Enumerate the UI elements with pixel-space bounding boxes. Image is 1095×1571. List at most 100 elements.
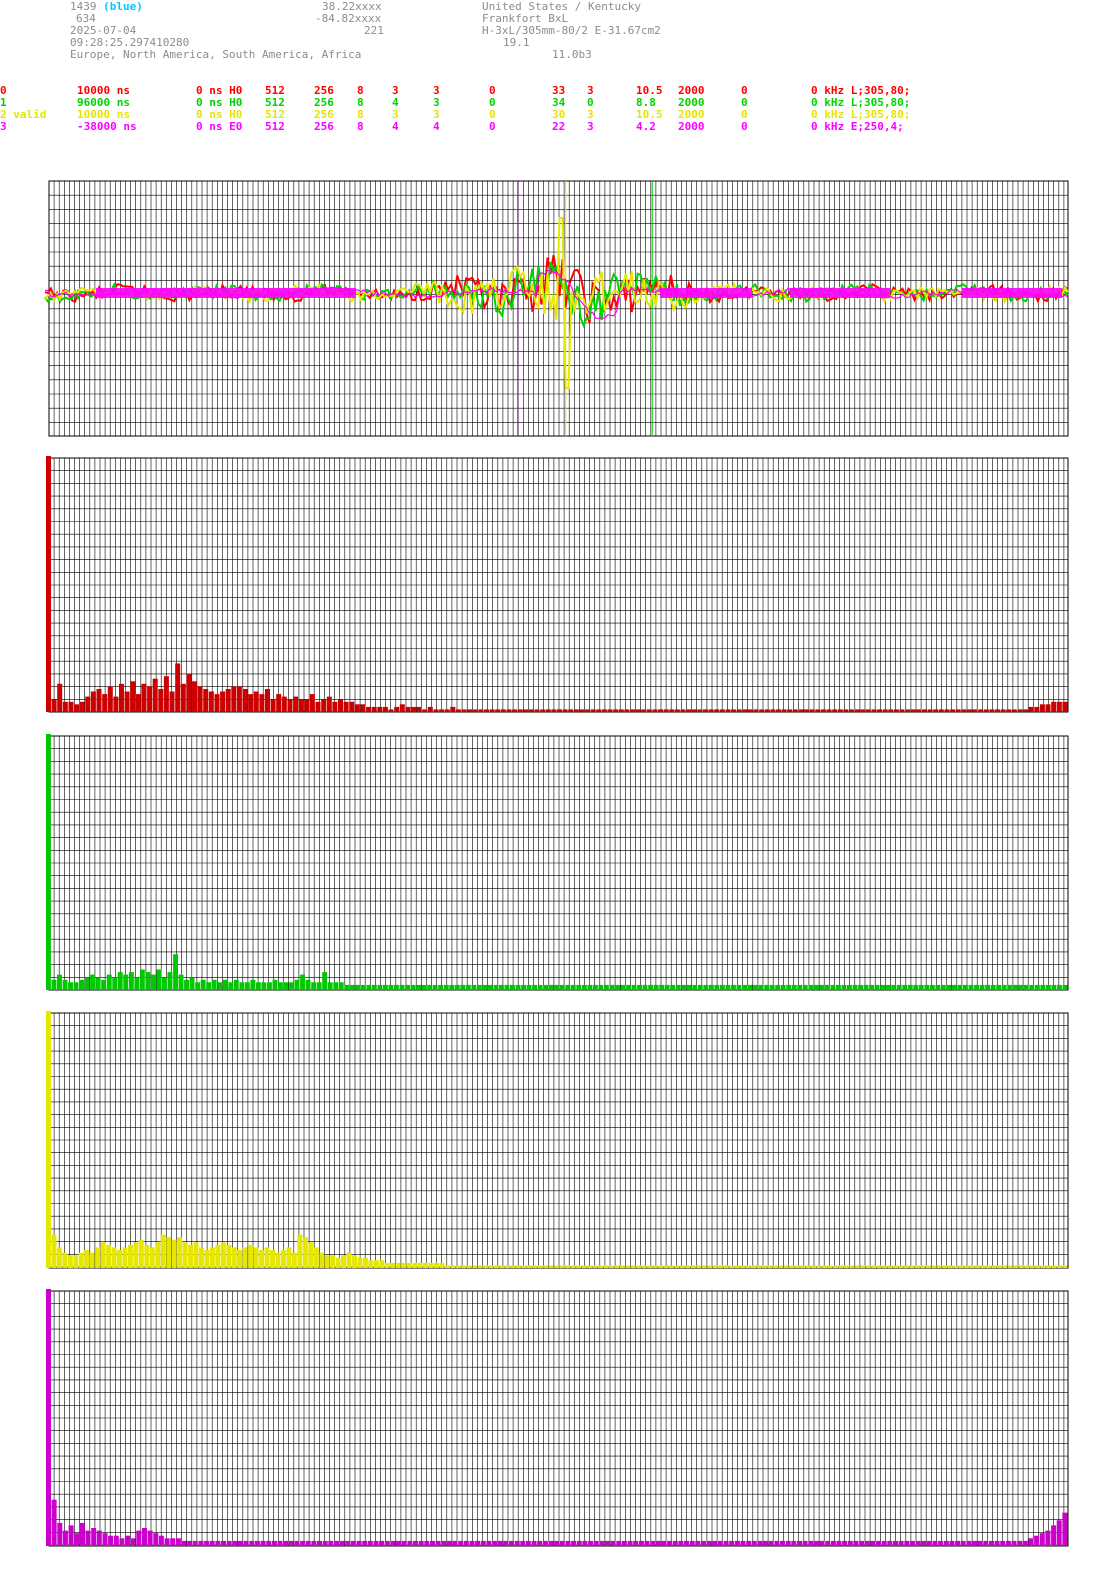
spectrum-0-bar-78 — [484, 709, 489, 712]
spectrum-1-bar-153 — [891, 984, 897, 990]
spectrum-1-bar-91 — [548, 984, 554, 990]
spectrum-3-bar-121 — [729, 1540, 735, 1546]
spectrum-3-bar-78 — [486, 1540, 492, 1546]
spectrum-2-bar-95 — [565, 1265, 571, 1268]
spectrum-3-bar-92 — [565, 1540, 571, 1546]
spectrum-1-bar-61 — [383, 984, 388, 990]
spectrum-1-bar-22 — [167, 972, 173, 990]
spectrum-0-bar-140 — [832, 709, 838, 712]
spectrum-2-bar-148 — [854, 1265, 860, 1268]
spectrum-2-bar-7 — [84, 1250, 90, 1268]
spectrum-2-bar-155 — [893, 1265, 898, 1268]
spectrum-2-bar-180 — [1029, 1265, 1035, 1268]
spectrum-2-bar-117 — [685, 1265, 691, 1268]
spectrum-2-bar-37 — [248, 1244, 254, 1268]
spectrum-0-bar-16 — [135, 694, 141, 712]
spectrum-0-bar-37 — [253, 691, 259, 712]
spectrum-2-bar-8 — [89, 1252, 95, 1268]
spectrum-1-bar-136 — [797, 984, 803, 990]
spectrum-2-bar-104 — [614, 1265, 620, 1268]
spectrum-3-bar-134 — [802, 1540, 808, 1546]
spectrum-2-bar-181 — [1035, 1265, 1041, 1268]
spectrum-3-bar-135 — [808, 1540, 814, 1546]
spectrum-0-bar-146 — [865, 709, 871, 712]
spectrum-1-bar-101 — [604, 984, 609, 990]
spectrum-2-bar-153 — [882, 1265, 888, 1268]
spectrum-3-bar-151 — [898, 1540, 904, 1546]
spectrum-0-bar-126 — [753, 709, 759, 712]
spectrum-1-bar-6 — [79, 979, 84, 990]
spectrum-0-bar-66 — [416, 706, 422, 712]
spectrum-3-bar-59 — [379, 1540, 385, 1546]
spectrum-2-bar-73 — [445, 1265, 450, 1268]
spectrum-3-bar-120 — [723, 1540, 729, 1546]
spectrum-0-bar-57 — [366, 706, 372, 712]
spectrum-1-bar-62 — [388, 984, 394, 990]
spectrum-2-bar-24 — [177, 1237, 183, 1268]
spectrum-3-bar-0 — [46, 1289, 51, 1546]
spectrum-1-bar-58 — [366, 984, 372, 990]
spectrum-1-bar-126 — [742, 984, 747, 990]
spectrum-2-bar-54 — [341, 1255, 346, 1269]
spectrum-0-bar-48 — [315, 701, 321, 712]
spectrum-2-bar-21 — [160, 1234, 166, 1268]
spectrum-1-bar-96 — [576, 984, 582, 990]
spectrum-3-bar-50 — [328, 1540, 334, 1546]
spectrum-2-bar-46 — [297, 1234, 303, 1268]
spectrum-0-bar-120 — [719, 709, 725, 712]
spectrum-2-bar-38 — [253, 1247, 259, 1268]
spectrum-0-bar-92 — [562, 709, 568, 712]
spectrum-1-bar-90 — [543, 984, 549, 990]
spectrum-3-bar-166 — [983, 1540, 989, 1546]
spectrum-0-bar-143 — [849, 709, 854, 712]
spectrum-1-bar-32 — [222, 979, 228, 990]
spectrum-2-bar-116 — [680, 1265, 685, 1268]
spectrum-3-bar-143 — [853, 1540, 859, 1546]
spectrum-1-bar-79 — [482, 984, 488, 990]
spectrum-3-bar-41 — [277, 1540, 283, 1546]
spectrum-3-bar-112 — [678, 1540, 684, 1546]
spectrum-3-bar-26 — [192, 1540, 198, 1546]
spectrum-1-bar-45 — [294, 979, 300, 990]
spectrum-2-bar-18 — [144, 1244, 150, 1268]
spectrum-0-bar-94 — [573, 709, 579, 712]
spectrum-3-bar-82 — [509, 1540, 514, 1546]
spectrum-1-bar-142 — [830, 984, 836, 990]
spectrum-2-bar-17 — [138, 1239, 144, 1268]
spectrum-2-bar-66 — [406, 1262, 412, 1268]
spectrum-0-bar-31 — [220, 691, 226, 712]
spectrum-0-bar-61 — [388, 709, 394, 712]
spectrum-1-bar-44 — [289, 982, 294, 990]
spectrum-0-bar-84 — [517, 709, 523, 712]
spectrum-1-bar-17 — [139, 969, 145, 990]
spectrum-2-bar-127 — [740, 1265, 745, 1268]
spectrum-1-bar-120 — [708, 984, 714, 990]
spectrum-3-bar-108 — [655, 1540, 661, 1546]
spectrum-1-bar-1 — [51, 979, 57, 990]
spectrum-0-bar-22 — [169, 691, 175, 712]
spectrum-0-bar-107 — [646, 709, 652, 712]
spectrum-0-bar-46 — [304, 699, 310, 712]
spectrum-3-bar-115 — [695, 1540, 701, 1546]
spectrum-1-bar-21 — [162, 977, 167, 990]
spectrum-1-bar-124 — [731, 984, 736, 990]
spectrum-2-bar-103 — [608, 1265, 614, 1268]
spectrum-0-bar-79 — [489, 709, 495, 712]
spectrum-0-bar-136 — [809, 709, 815, 712]
spectrum-1-bar-40 — [267, 982, 272, 990]
spectrum-2-bar-141 — [816, 1265, 822, 1268]
spectrum-1-bar-38 — [255, 982, 261, 990]
spectrum-1-bar-64 — [399, 984, 405, 990]
spectrum-1-bar-169 — [979, 984, 985, 990]
charts-canvas — [44, 180, 1069, 1547]
spectrum-2-bar-133 — [772, 1265, 778, 1268]
spectrum-2-bar-131 — [761, 1265, 767, 1268]
spectrum-0-bar-77 — [478, 709, 484, 712]
spectrum-0-bar-89 — [545, 709, 551, 712]
spectrum-3-bar-22 — [170, 1538, 176, 1546]
spectrum-1-bar-43 — [283, 982, 289, 990]
spectrum-3-bar-105 — [638, 1540, 644, 1546]
spectrum-0-bar-111 — [669, 709, 675, 712]
spectrum-3-bar-38 — [260, 1540, 266, 1546]
spectrum-3-bar-71 — [446, 1540, 452, 1546]
